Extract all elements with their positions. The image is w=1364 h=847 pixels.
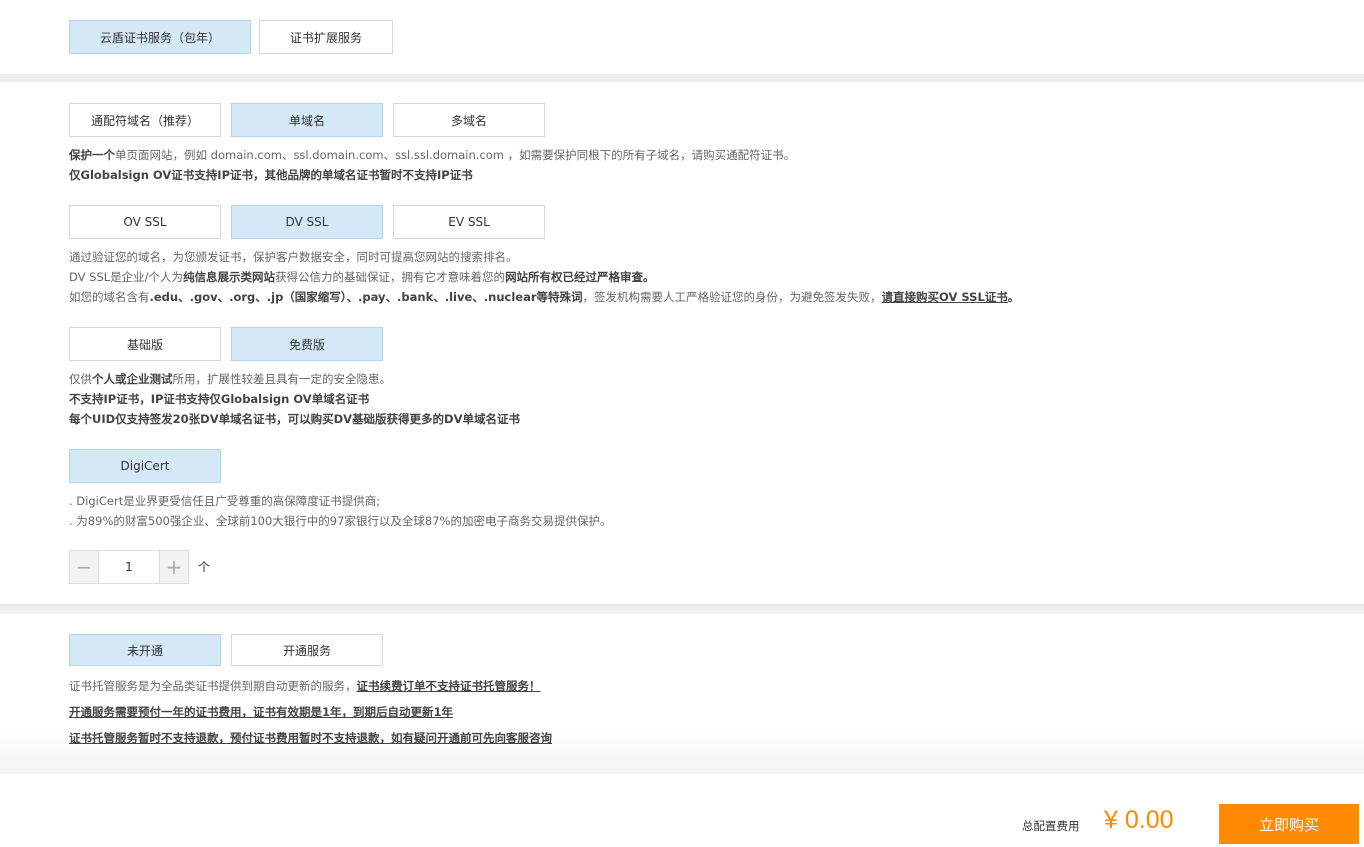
option-hosting-on[interactable]: 开通服务 — [231, 634, 383, 666]
decrement-button[interactable]: − — [69, 550, 99, 584]
hosting-refund-link[interactable]: 证书托管服务暂时不支持退款，预付证书费用暂时不支持退款，如有疑问开通前可先向客服… — [69, 731, 552, 745]
increment-button[interactable]: + — [159, 550, 189, 584]
buy-now-button[interactable]: 立即购买 — [1219, 804, 1359, 844]
brand-desc-1: . DigiCert是业界更受信任且广受尊重的高保障度证书提供商; — [69, 494, 381, 508]
option-dv-ssl[interactable]: DV SSL — [231, 205, 383, 239]
edition-desc-2: 不支持IP证书，IP证书支持仅Globalsign OV单域名证书 — [69, 392, 370, 406]
hosting-prepay-link[interactable]: 开通服务需要预付一年的证书费用，证书有效期是1年，到期后自动更新1年 — [69, 705, 453, 719]
brand-desc-2: . 为89%的财富500强企业、全球前100大银行中的97家银行以及全球87%的… — [69, 514, 612, 528]
option-wildcard-domain[interactable]: 通配符域名（推荐） — [69, 103, 221, 137]
option-ev-ssl[interactable]: EV SSL — [393, 205, 545, 239]
option-hosting-off[interactable]: 未开通 — [69, 634, 221, 666]
quantity-unit: 个 — [198, 560, 211, 574]
domain-type-desc: 保护一个单页面网站，例如 domain.com、ssl.domain.com、s… — [69, 148, 796, 162]
divider — [0, 604, 1364, 614]
hosting-renewal-link[interactable]: 证书续费订单不支持证书托管服务！ — [357, 679, 541, 693]
option-ov-ssl[interactable]: OV SSL — [69, 205, 221, 239]
hosting-desc-3: 证书托管服务暂时不支持退款，预付证书费用暂时不支持退款，如有疑问开通前可先向客服… — [69, 728, 552, 748]
tab-cert-extension[interactable]: 证书扩展服务 — [259, 20, 393, 54]
edition-desc-3: 每个UID仅支持签发20张DV单域名证书，可以购买DV基础版获得更多的DV单域名… — [69, 412, 521, 426]
service-tabs-section: 云盾证书服务（包年） 证书扩展服务 — [0, 0, 1364, 74]
quantity-stepper: − 1 + — [69, 550, 189, 584]
cert-type-desc-1: 通过验证您的域名，为您颁发证书，保护客户数据安全，同时可提高您网站的搜索排名。 — [69, 250, 518, 264]
cert-type-desc-3: 如您的域名含有.edu、.gov、.org、.jp（国家缩写）、.pay、.ba… — [69, 290, 1020, 304]
option-single-domain[interactable]: 单域名 — [231, 103, 383, 137]
total-price: ¥ 0.00 — [1104, 806, 1174, 834]
option-multi-domain[interactable]: 多域名 — [393, 103, 545, 137]
tab-cert-service[interactable]: 云盾证书服务（包年） — [69, 20, 251, 54]
hosting-desc-1: 证书托管服务是为全品类证书提供到期自动更新的服务，证书续费订单不支持证书托管服务… — [69, 679, 541, 693]
buy-ov-ssl-link[interactable]: 请直接购买OV SSL证书 — [882, 290, 1008, 304]
option-basic-edition[interactable]: 基础版 — [69, 327, 221, 361]
option-digicert[interactable]: DigiCert — [69, 449, 221, 483]
cert-type-desc-2: DV SSL是企业/个人为纯信息展示类网站获得公信力的基础保证，拥有它才意味着您… — [69, 270, 655, 284]
option-free-edition[interactable]: 免费版 — [231, 327, 383, 361]
edition-desc-1: 仅供个人或企业测试所用，扩展性较差且具有一定的安全隐患。 — [69, 372, 391, 386]
total-cost-label: 总配置费用 — [1022, 819, 1080, 833]
hosting-desc-2: 开通服务需要预付一年的证书费用，证书有效期是1年，到期后自动更新1年 — [69, 702, 453, 722]
divider — [0, 74, 1364, 82]
quantity-input[interactable]: 1 — [99, 550, 159, 584]
domain-type-note: 仅Globalsign OV证书支持IP证书，其他品牌的单域名证书暂时不支持IP… — [69, 168, 473, 182]
